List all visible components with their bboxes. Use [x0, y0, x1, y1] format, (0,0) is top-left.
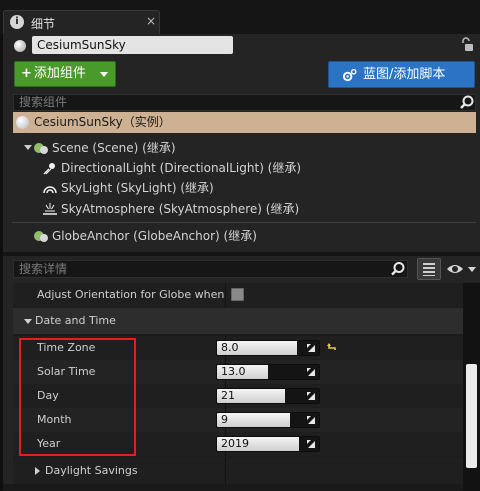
column-divider[interactable] — [225, 283, 226, 307]
component-label: Scene (Scene) (继承) — [52, 141, 176, 155]
day-spinbox[interactable]: 21 — [216, 388, 320, 404]
info-icon: i — [10, 15, 24, 29]
property-row-adjust-orientation: Adjust Orientation for Globe when M — [13, 283, 463, 307]
column-divider[interactable] — [225, 458, 226, 484]
dropdown-caret-icon — [100, 72, 108, 77]
drag-arrow-icon — [307, 392, 315, 400]
property-matrix-button[interactable] — [417, 258, 441, 280]
add-component-button[interactable]: + 添加组件 — [14, 61, 116, 87]
collapse-arrow-icon — [35, 467, 40, 475]
scene-icon — [34, 143, 48, 154]
drag-arrow-icon — [307, 440, 315, 448]
category-label: Daylight Savings — [45, 464, 138, 477]
spinbox-value: 21 — [221, 389, 235, 402]
divider — [12, 222, 476, 223]
category-label: Date and Time — [35, 314, 116, 327]
spinbox-value: 2019 — [221, 437, 249, 450]
actor-sphere-icon — [14, 40, 26, 52]
scrollbar-thumb[interactable] — [466, 364, 477, 468]
drag-arrow-icon — [307, 344, 315, 352]
blueprint-label: 蓝图/添加脚本 — [363, 67, 446, 82]
directional-light-icon — [43, 163, 55, 175]
spinbox-value: 8.0 — [221, 341, 239, 354]
search-icon[interactable] — [390, 261, 406, 277]
property-label: Adjust Orientation for Globe when M — [37, 288, 225, 301]
component-label: GlobeAnchor (GlobeAnchor) (继承) — [52, 229, 257, 243]
search-details-input[interactable]: 搜索详情 — [13, 260, 408, 278]
search-icon[interactable] — [459, 95, 475, 110]
component-label: DirectionalLight (DirectionalLight) (继承) — [61, 161, 302, 175]
lock-icon[interactable] — [459, 36, 475, 52]
sky-light-icon — [43, 186, 57, 194]
spinbox-fill — [217, 413, 291, 427]
drag-arrow-icon — [307, 368, 315, 376]
component-label: SkyLight (SkyLight) (继承) — [61, 181, 214, 195]
category-daylight-savings[interactable]: Daylight Savings — [13, 458, 463, 484]
spinbox-value: 9 — [221, 413, 228, 426]
category-date-and-time[interactable]: Date and Time — [13, 308, 463, 334]
solar-time-spinbox[interactable]: 13.0 — [216, 364, 320, 380]
month-spinbox[interactable]: 9 — [216, 412, 320, 428]
expand-arrow-icon — [24, 319, 32, 324]
gear-icon — [342, 68, 357, 82]
highlight-box — [19, 338, 136, 456]
time-zone-spinbox[interactable]: 8.0 — [216, 340, 320, 356]
drag-arrow-icon — [307, 416, 315, 424]
actor-sphere-icon — [16, 116, 29, 129]
panel-bottom — [3, 484, 463, 491]
close-icon[interactable]: × — [146, 14, 156, 28]
adjust-orientation-checkbox[interactable] — [231, 288, 244, 301]
component-label: SkyAtmosphere (SkyAtmosphere) (继承) — [61, 202, 300, 216]
globe-anchor-icon — [34, 231, 48, 242]
grid-icon — [423, 263, 435, 276]
plus-icon: + — [21, 66, 32, 81]
component-root-label: CesiumSunSky（实例） — [34, 115, 171, 129]
year-spinbox[interactable]: 2019 — [216, 436, 320, 452]
sky-atmosphere-icon — [43, 203, 57, 215]
reset-to-default-icon[interactable] — [327, 342, 337, 352]
component-root-row[interactable]: CesiumSunSky（实例） — [13, 112, 476, 133]
search-components-input[interactable]: 搜索组件 — [13, 94, 476, 111]
blueprint-add-script-button[interactable]: 蓝图/添加脚本 — [328, 61, 475, 88]
eye-icon[interactable] — [446, 260, 477, 278]
add-component-label: 添加组件 — [33, 66, 86, 81]
spinbox-value: 13.0 — [221, 365, 246, 378]
tab-details[interactable]: i 细节 × — [3, 10, 160, 34]
tab-title: 细节 — [31, 17, 56, 31]
panel-splitter[interactable] — [3, 252, 480, 256]
expand-arrow-icon[interactable] — [24, 145, 32, 150]
actor-name-field[interactable]: CesiumSunSky — [32, 36, 233, 54]
